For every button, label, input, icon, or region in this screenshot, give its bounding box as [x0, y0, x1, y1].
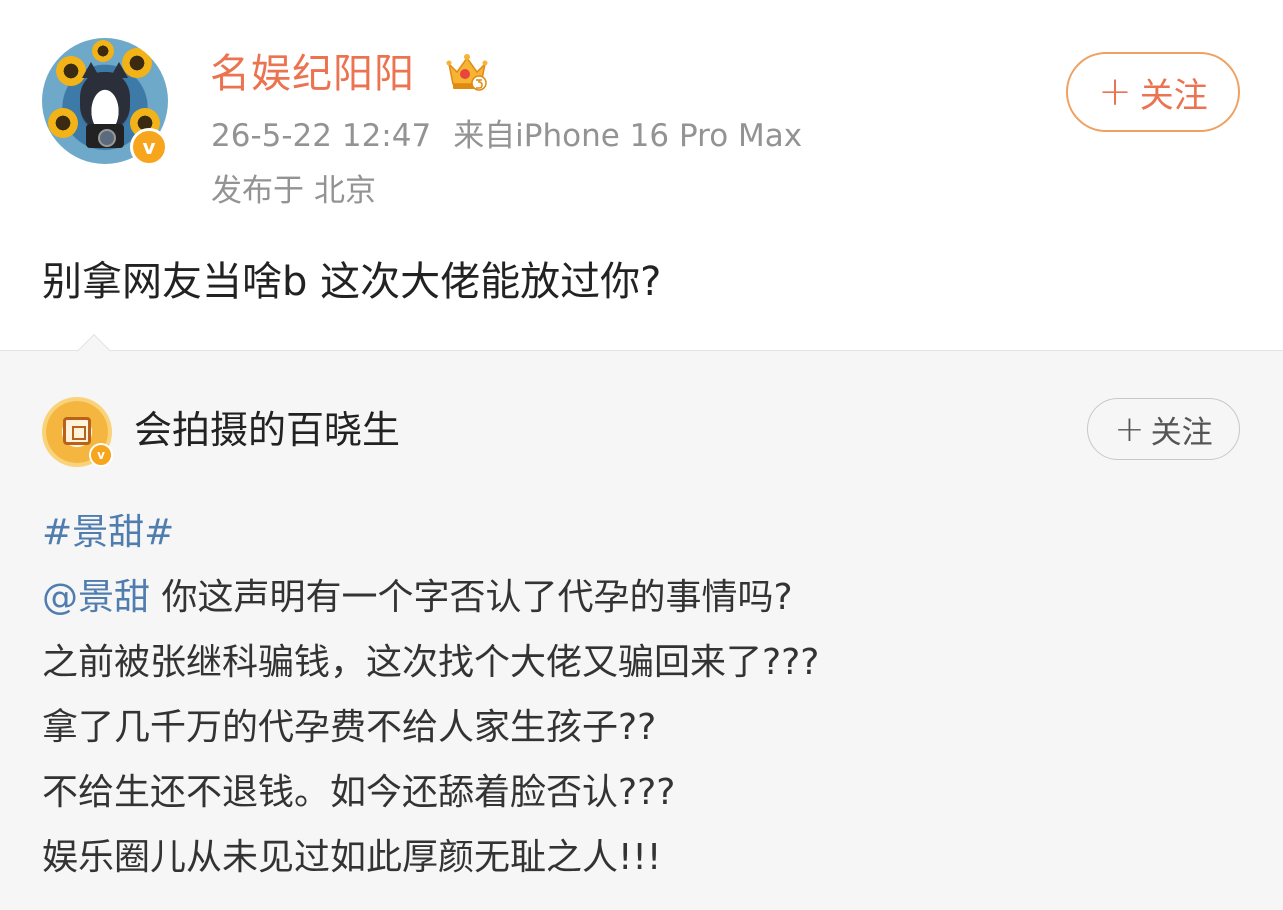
- post-source: 来自iPhone 16 Pro Max: [453, 118, 803, 154]
- original-post: v 名娱纪阳阳 26-5-22 12:47 来自iPhone 16 Pro Max…: [0, 0, 1283, 350]
- husky-illustration: [80, 62, 130, 128]
- hashtag-link[interactable]: #景甜#: [42, 512, 174, 553]
- location-value: 北京: [314, 173, 376, 209]
- crown-vip-icon: [446, 54, 488, 91]
- repost-text: #景甜# @景甜 你这声明有一个字否认了代孕的事情吗? 之前被张继科骗钱，这次找…: [42, 500, 819, 890]
- follow-label: 关注: [1150, 414, 1213, 451]
- post-text: 别拿网友当啥b 这次大佬能放过你?: [42, 259, 662, 305]
- verified-badge-icon: v: [130, 128, 168, 166]
- repost-line-4: 不给生还不退钱。如今还舔着脸否认???: [42, 772, 676, 813]
- camera-illustration: [86, 124, 124, 148]
- follow-label: 关注: [1139, 75, 1208, 116]
- verified-badge-icon: v: [89, 443, 113, 467]
- repost-follow-button[interactable]: + 关注: [1087, 398, 1240, 460]
- follow-button[interactable]: + 关注: [1066, 52, 1240, 132]
- post-timestamp[interactable]: 26-5-22 12:47: [211, 118, 431, 154]
- repost-line-1: 你这声明有一个字否认了代孕的事情吗?: [150, 577, 793, 618]
- seal-logo-icon: [63, 417, 91, 445]
- repost-line-2: 之前被张继科骗钱，这次找个大佬又骗回来了???: [42, 642, 820, 683]
- mention-link[interactable]: @景甜: [42, 577, 150, 618]
- repost-author-name[interactable]: 会拍摄的百晓生: [134, 405, 400, 455]
- plus-icon: +: [1098, 69, 1132, 115]
- plus-icon: +: [1114, 408, 1145, 450]
- repost-line-3: 拿了几千万的代孕费不给人家生孩子??: [42, 707, 657, 748]
- author-name[interactable]: 名娱纪阳阳: [210, 48, 415, 100]
- post-meta: 26-5-22 12:47 来自iPhone 16 Pro Max: [211, 115, 802, 157]
- repost-line-5: 娱乐圈儿从未见过如此厚颜无耻之人!!!: [42, 837, 662, 878]
- location-prefix: 发布于: [211, 173, 304, 209]
- post-location: 发布于 北京: [211, 170, 376, 212]
